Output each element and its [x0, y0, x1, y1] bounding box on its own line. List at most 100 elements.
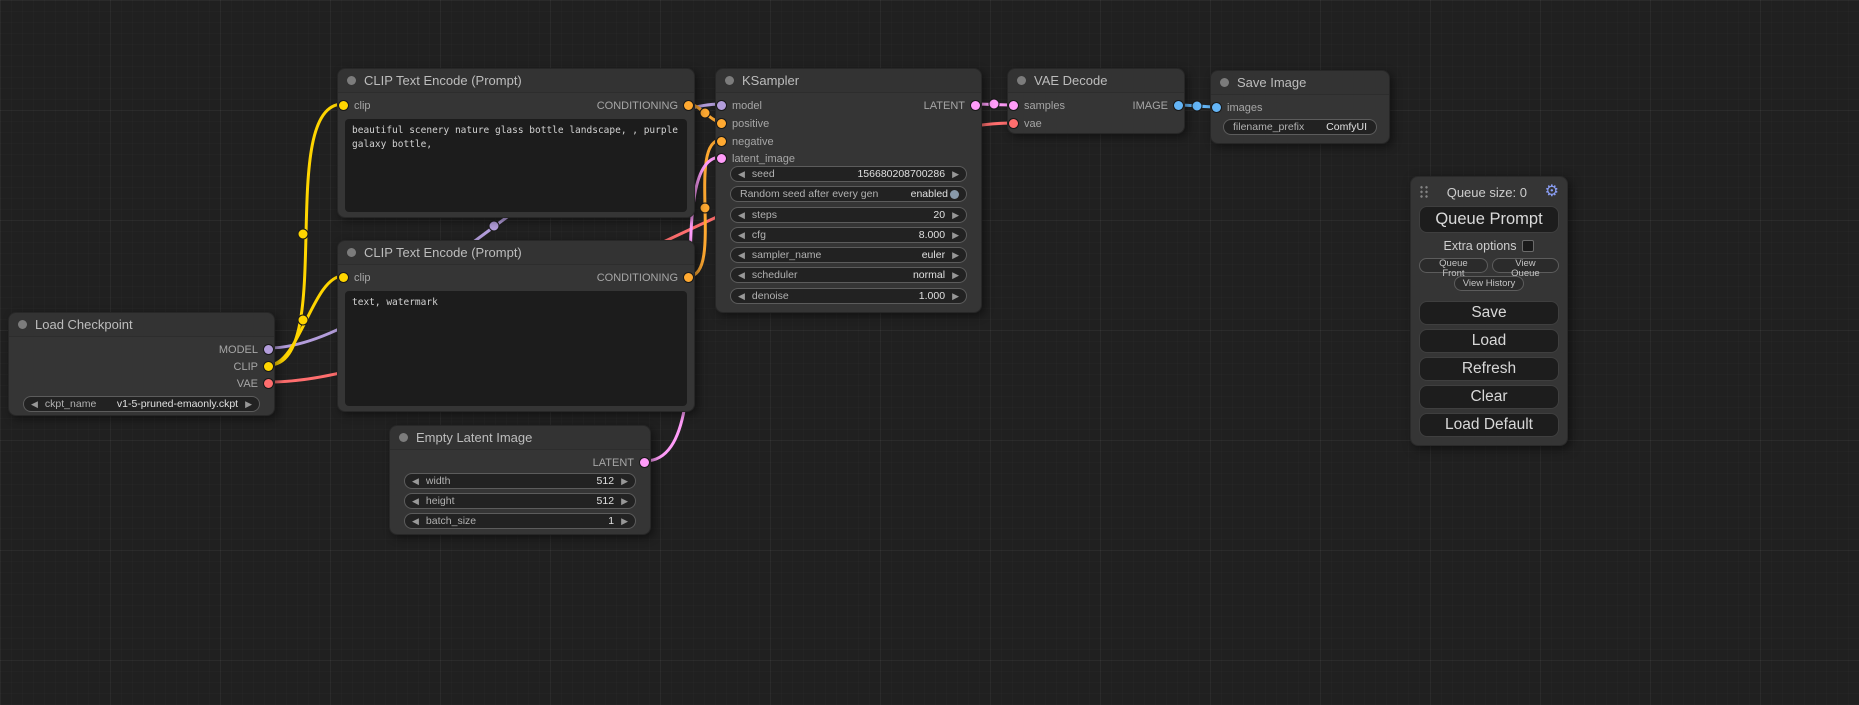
- decrement-arrow-icon[interactable]: ◀: [738, 170, 745, 179]
- input-slot-label: vae: [1024, 118, 1042, 130]
- decrement-arrow-icon[interactable]: ◀: [412, 517, 419, 526]
- increment-arrow-icon[interactable]: ▶: [952, 292, 959, 301]
- widget-cfg[interactable]: ◀ cfg 8.000 ▶: [730, 227, 967, 243]
- decrement-arrow-icon[interactable]: ◀: [738, 271, 745, 280]
- node-load-checkpoint[interactable]: Load Checkpoint MODEL CLIP VAE ◀ ckpt_na…: [8, 312, 275, 416]
- comfy-menu[interactable]: Queue size: 0 ⚙ Queue Prompt Extra optio…: [1410, 176, 1568, 446]
- wire-midpoint-dot: [700, 203, 710, 213]
- wire-midpoint-dot: [1192, 101, 1202, 111]
- settings-gear-icon[interactable]: ⚙: [1545, 184, 1559, 200]
- node-title-bar[interactable]: CLIP Text Encode (Prompt): [338, 241, 694, 265]
- decrement-arrow-icon[interactable]: ◀: [412, 497, 419, 506]
- decrement-arrow-icon[interactable]: ◀: [738, 292, 745, 301]
- save-button[interactable]: Save: [1419, 301, 1559, 325]
- input-slot-clip[interactable]: [339, 101, 348, 110]
- widget-seed[interactable]: ◀ seed 156680208700286 ▶: [730, 166, 967, 182]
- widget-value: 512: [597, 495, 615, 507]
- node-clip-text-encode-positive[interactable]: CLIP Text Encode (Prompt) clip CONDITION…: [337, 68, 695, 218]
- view-queue-button[interactable]: View Queue: [1492, 258, 1559, 273]
- node-title: CLIP Text Encode (Prompt): [364, 245, 522, 260]
- prompt-textarea[interactable]: beautiful scenery nature glass bottle la…: [345, 119, 687, 212]
- prompt-textarea[interactable]: text, watermark: [345, 291, 687, 406]
- widget-scheduler[interactable]: ◀ scheduler normal ▶: [730, 267, 967, 283]
- wire-clip-to-positive: [269, 104, 343, 365]
- output-slot-image[interactable]: [1174, 101, 1183, 110]
- slot-row: clip CONDITIONING: [338, 97, 694, 114]
- output-slot-model[interactable]: [264, 345, 273, 354]
- widget-width[interactable]: ◀ width 512 ▶: [404, 473, 636, 489]
- view-history-button[interactable]: View History: [1454, 276, 1525, 291]
- graph-canvas[interactable]: Load Checkpoint MODEL CLIP VAE ◀ ckpt_na…: [0, 0, 1859, 705]
- wire-midpoint-dot: [989, 99, 999, 109]
- input-slot-vae[interactable]: [1009, 119, 1018, 128]
- node-title-bar[interactable]: Load Checkpoint: [9, 313, 274, 337]
- increment-arrow-icon[interactable]: ▶: [621, 517, 628, 526]
- node-clip-text-encode-negative[interactable]: CLIP Text Encode (Prompt) clip CONDITION…: [337, 240, 695, 412]
- output-slot-latent[interactable]: [971, 101, 980, 110]
- node-save-image[interactable]: Save Image images filename_prefix ComfyU…: [1210, 70, 1390, 144]
- increment-arrow-icon[interactable]: ▶: [952, 271, 959, 280]
- node-collapse-dot[interactable]: [347, 248, 356, 257]
- widget-random-seed-toggle[interactable]: Random seed after every gen enabled: [730, 186, 967, 202]
- node-collapse-dot[interactable]: [725, 76, 734, 85]
- drag-handle-icon[interactable]: [1419, 185, 1429, 199]
- widget-denoise[interactable]: ◀ denoise 1.000 ▶: [730, 288, 967, 304]
- widget-ckpt-name[interactable]: ◀ ckpt_name v1-5-pruned-emaonly.ckpt ▶: [23, 396, 260, 412]
- input-slot-clip[interactable]: [339, 273, 348, 282]
- widget-filename-prefix[interactable]: filename_prefix ComfyUI: [1223, 119, 1377, 135]
- node-title-bar[interactable]: Empty Latent Image: [390, 426, 650, 450]
- queue-front-button[interactable]: Queue Front: [1419, 258, 1488, 273]
- node-collapse-dot[interactable]: [1220, 78, 1229, 87]
- increment-arrow-icon[interactable]: ▶: [621, 497, 628, 506]
- output-slot-vae[interactable]: [264, 379, 273, 388]
- increment-arrow-icon[interactable]: ▶: [952, 170, 959, 179]
- node-collapse-dot[interactable]: [18, 320, 27, 329]
- input-slot-samples[interactable]: [1009, 101, 1018, 110]
- node-title-bar[interactable]: Save Image: [1211, 71, 1389, 95]
- node-vae-decode[interactable]: VAE Decode samples IMAGE vae: [1007, 68, 1185, 134]
- extra-options-checkbox[interactable]: [1522, 240, 1534, 252]
- input-slot-images[interactable]: [1212, 103, 1221, 112]
- input-slot-positive[interactable]: [717, 119, 726, 128]
- input-slot-latent-image[interactable]: [717, 154, 726, 163]
- widget-steps[interactable]: ◀ steps 20 ▶: [730, 207, 967, 223]
- increment-arrow-icon[interactable]: ▶: [952, 251, 959, 260]
- decrement-arrow-icon[interactable]: ◀: [31, 400, 38, 409]
- clear-button[interactable]: Clear: [1419, 385, 1559, 409]
- output-slot-conditioning[interactable]: [684, 101, 693, 110]
- decrement-arrow-icon[interactable]: ◀: [738, 231, 745, 240]
- node-title-bar[interactable]: KSampler: [716, 69, 981, 93]
- input-slot-model[interactable]: [717, 101, 726, 110]
- increment-arrow-icon[interactable]: ▶: [952, 211, 959, 220]
- decrement-arrow-icon[interactable]: ◀: [738, 251, 745, 260]
- increment-arrow-icon[interactable]: ▶: [621, 477, 628, 486]
- node-ksampler[interactable]: KSampler model LATENT positive negative …: [715, 68, 982, 313]
- widget-height[interactable]: ◀ height 512 ▶: [404, 493, 636, 509]
- slot-row: model LATENT: [716, 97, 981, 114]
- node-collapse-dot[interactable]: [399, 433, 408, 442]
- toggle-indicator[interactable]: [950, 190, 959, 199]
- slot-row: negative: [716, 133, 981, 150]
- output-slot-conditioning[interactable]: [684, 273, 693, 282]
- load-default-button[interactable]: Load Default: [1419, 413, 1559, 437]
- increment-arrow-icon[interactable]: ▶: [245, 400, 252, 409]
- wire-clip-to-negative: [269, 276, 343, 365]
- decrement-arrow-icon[interactable]: ◀: [738, 211, 745, 220]
- output-slot-clip[interactable]: [264, 362, 273, 371]
- node-collapse-dot[interactable]: [1017, 76, 1026, 85]
- node-empty-latent-image[interactable]: Empty Latent Image LATENT ◀ width 512 ▶ …: [389, 425, 651, 535]
- decrement-arrow-icon[interactable]: ◀: [412, 477, 419, 486]
- node-collapse-dot[interactable]: [347, 76, 356, 85]
- output-slot-latent[interactable]: [640, 458, 649, 467]
- widget-sampler-name[interactable]: ◀ sampler_name euler ▶: [730, 247, 967, 263]
- refresh-button[interactable]: Refresh: [1419, 357, 1559, 381]
- node-title-bar[interactable]: VAE Decode: [1008, 69, 1184, 93]
- queue-prompt-button[interactable]: Queue Prompt: [1419, 206, 1559, 233]
- input-slot-label: samples: [1024, 100, 1065, 112]
- node-title-bar[interactable]: CLIP Text Encode (Prompt): [338, 69, 694, 93]
- load-button[interactable]: Load: [1419, 329, 1559, 353]
- widget-batch-size[interactable]: ◀ batch_size 1 ▶: [404, 513, 636, 529]
- input-slot-negative[interactable]: [717, 137, 726, 146]
- output-slot-label: VAE: [237, 378, 258, 390]
- increment-arrow-icon[interactable]: ▶: [952, 231, 959, 240]
